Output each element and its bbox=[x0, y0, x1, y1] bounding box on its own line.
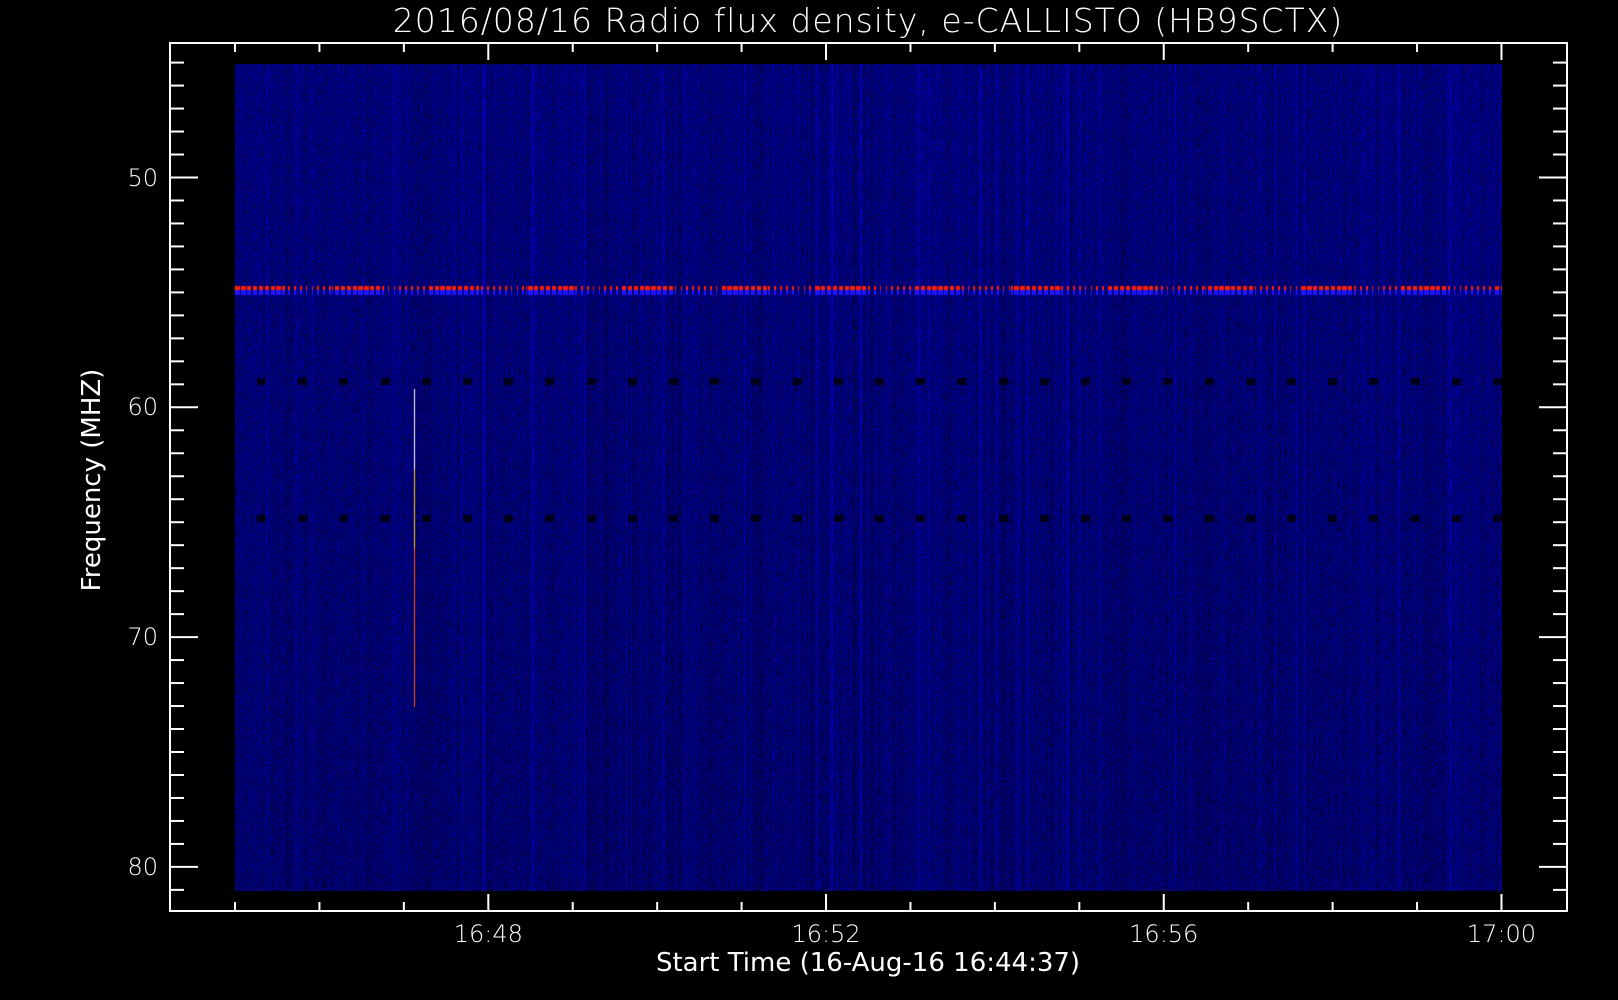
y-tick-label: 70 bbox=[127, 623, 158, 652]
x-axis-label: Start Time (16-Aug-16 16:44:37) bbox=[655, 948, 1081, 978]
y-tick-label: 60 bbox=[127, 393, 158, 422]
x-tick-label: 16:56 bbox=[1129, 920, 1199, 948]
x-tick-label: 16:48 bbox=[453, 920, 523, 948]
y-tick-label: 50 bbox=[127, 163, 158, 192]
y-axis-label: Frequency (MHZ) bbox=[77, 368, 107, 592]
x-tick-label: 17:00 bbox=[1466, 920, 1537, 948]
plot-frame bbox=[169, 42, 1568, 912]
x-tick-label: 16:52 bbox=[791, 920, 861, 948]
plot-axes bbox=[169, 42, 1568, 912]
y-tick-label: 80 bbox=[127, 852, 158, 881]
